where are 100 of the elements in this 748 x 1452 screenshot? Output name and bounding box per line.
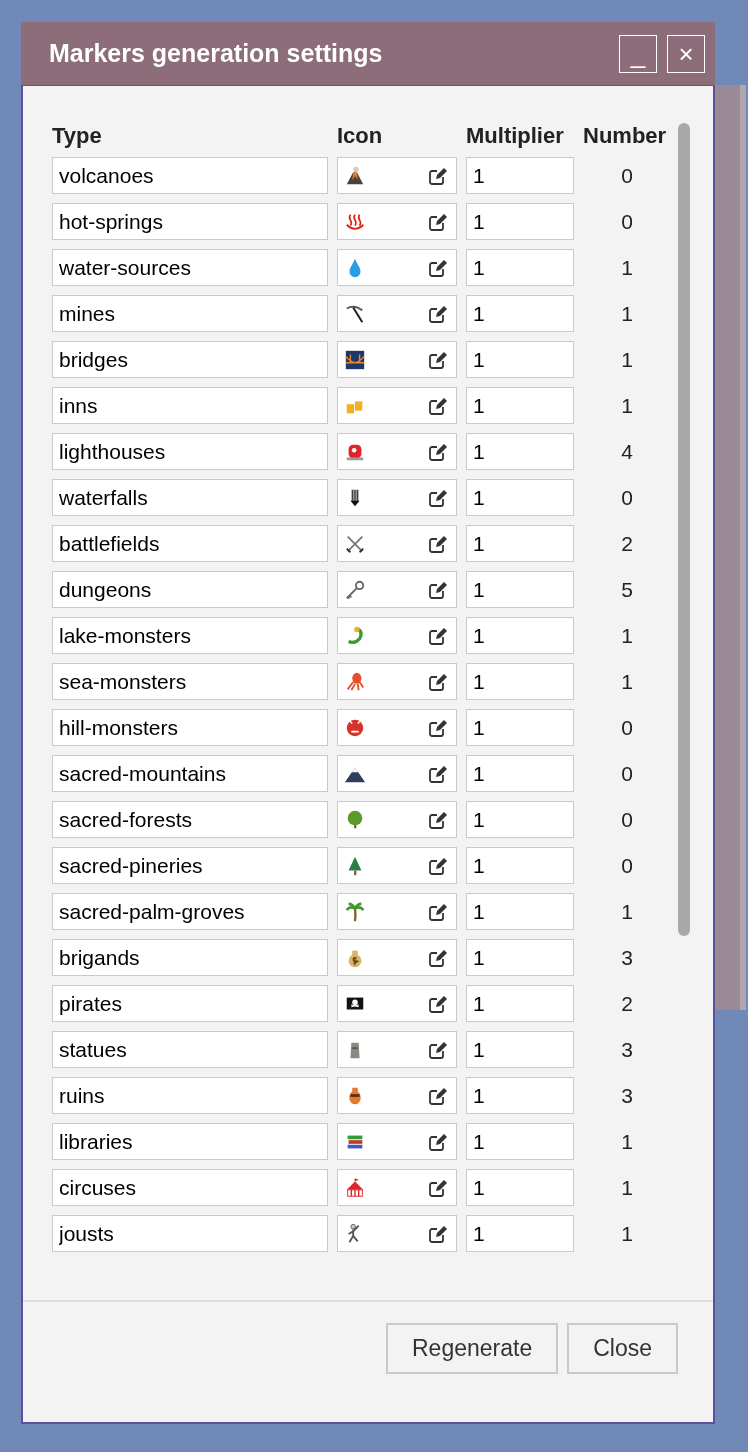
- edit-icon[interactable]: [428, 809, 448, 830]
- multiplier-field[interactable]: 1: [466, 1031, 574, 1068]
- type-field[interactable]: pirates: [52, 985, 328, 1022]
- edit-icon[interactable]: [428, 165, 448, 186]
- edit-icon[interactable]: [428, 763, 448, 784]
- icon-picker[interactable]: [337, 341, 457, 378]
- type-field[interactable]: inns: [52, 387, 328, 424]
- multiplier-field[interactable]: 1: [466, 709, 574, 746]
- type-field[interactable]: libraries: [52, 1123, 328, 1160]
- type-field[interactable]: hill-monsters: [52, 709, 328, 746]
- icon-picker[interactable]: [337, 755, 457, 792]
- type-field[interactable]: circuses: [52, 1169, 328, 1206]
- icon-picker[interactable]: [337, 157, 457, 194]
- multiplier-field[interactable]: 1: [466, 755, 574, 792]
- type-field[interactable]: sacred-mountains: [52, 755, 328, 792]
- multiplier-field[interactable]: 1: [466, 433, 574, 470]
- title-bar-button[interactable]: _: [619, 34, 657, 73]
- icon-picker[interactable]: [337, 985, 457, 1022]
- edit-icon[interactable]: [428, 395, 448, 416]
- scrollbar[interactable]: [678, 123, 690, 936]
- edit-icon[interactable]: [428, 1177, 448, 1198]
- icon-picker[interactable]: [337, 525, 457, 562]
- multiplier-field[interactable]: 1: [466, 1077, 574, 1114]
- icon-picker[interactable]: [337, 571, 457, 608]
- icon-picker[interactable]: [337, 249, 457, 286]
- edit-icon[interactable]: [428, 1131, 448, 1152]
- edit-icon[interactable]: [428, 487, 448, 508]
- edit-icon[interactable]: [428, 533, 448, 554]
- icon-picker[interactable]: [337, 203, 457, 240]
- edit-icon[interactable]: [428, 855, 448, 876]
- type-field[interactable]: mines: [52, 295, 328, 332]
- dialog-button[interactable]: Close: [567, 1322, 678, 1374]
- icon-picker[interactable]: [337, 1077, 457, 1114]
- icon-picker[interactable]: [337, 709, 457, 746]
- multiplier-field[interactable]: 1: [466, 1215, 574, 1252]
- multiplier-field[interactable]: 1: [466, 295, 574, 332]
- type-field[interactable]: bridges: [52, 341, 328, 378]
- edit-icon[interactable]: [428, 257, 448, 278]
- multiplier-field[interactable]: 1: [466, 1169, 574, 1206]
- title-bar-button[interactable]: ×: [667, 34, 705, 73]
- icon-picker[interactable]: [337, 893, 457, 930]
- edit-icon[interactable]: [428, 901, 448, 922]
- icon-picker[interactable]: [337, 433, 457, 470]
- edit-icon[interactable]: [428, 349, 448, 370]
- type-field[interactable]: battlefields: [52, 525, 328, 562]
- icon-picker[interactable]: [337, 1169, 457, 1206]
- icon-picker[interactable]: [337, 479, 457, 516]
- multiplier-field[interactable]: 1: [466, 1123, 574, 1160]
- multiplier-field[interactable]: 1: [466, 617, 574, 654]
- multiplier-field[interactable]: 1: [466, 801, 574, 838]
- multiplier-field[interactable]: 1: [466, 387, 574, 424]
- multiplier-field[interactable]: 1: [466, 341, 574, 378]
- edit-icon[interactable]: [428, 441, 448, 462]
- multiplier-field[interactable]: 1: [466, 203, 574, 240]
- type-field[interactable]: brigands: [52, 939, 328, 976]
- type-field[interactable]: sacred-pineries: [52, 847, 328, 884]
- icon-picker[interactable]: [337, 617, 457, 654]
- edit-icon[interactable]: [428, 993, 448, 1014]
- edit-icon[interactable]: [428, 1223, 448, 1244]
- type-field[interactable]: sea-monsters: [52, 663, 328, 700]
- type-field[interactable]: sacred-forests: [52, 801, 328, 838]
- multiplier-field[interactable]: 1: [466, 663, 574, 700]
- edit-icon[interactable]: [428, 671, 448, 692]
- icon-picker[interactable]: [337, 801, 457, 838]
- icon-picker[interactable]: [337, 663, 457, 700]
- multiplier-field[interactable]: 1: [466, 939, 574, 976]
- icon-picker[interactable]: [337, 847, 457, 884]
- type-field[interactable]: water-sources: [52, 249, 328, 286]
- edit-icon[interactable]: [428, 717, 448, 738]
- type-field[interactable]: dungeons: [52, 571, 328, 608]
- type-field[interactable]: hot-springs: [52, 203, 328, 240]
- multiplier-field[interactable]: 1: [466, 571, 574, 608]
- type-field[interactable]: volcanoes: [52, 157, 328, 194]
- type-field[interactable]: lake-monsters: [52, 617, 328, 654]
- edit-icon[interactable]: [428, 303, 448, 324]
- multiplier-field[interactable]: 1: [466, 479, 574, 516]
- multiplier-field[interactable]: 1: [466, 157, 574, 194]
- multiplier-field[interactable]: 1: [466, 249, 574, 286]
- type-field[interactable]: waterfalls: [52, 479, 328, 516]
- type-field[interactable]: ruins: [52, 1077, 328, 1114]
- type-field[interactable]: jousts: [52, 1215, 328, 1252]
- edit-icon[interactable]: [428, 211, 448, 232]
- edit-icon[interactable]: [428, 579, 448, 600]
- multiplier-field[interactable]: 1: [466, 847, 574, 884]
- icon-picker[interactable]: [337, 295, 457, 332]
- icon-picker[interactable]: [337, 1215, 457, 1252]
- edit-icon[interactable]: [428, 625, 448, 646]
- type-field[interactable]: statues: [52, 1031, 328, 1068]
- multiplier-field[interactable]: 1: [466, 525, 574, 562]
- type-field[interactable]: lighthouses: [52, 433, 328, 470]
- edit-icon[interactable]: [428, 1085, 448, 1106]
- icon-picker[interactable]: [337, 387, 457, 424]
- icon-picker[interactable]: [337, 939, 457, 976]
- multiplier-field[interactable]: 1: [466, 893, 574, 930]
- type-field[interactable]: sacred-palm-groves: [52, 893, 328, 930]
- icon-picker[interactable]: [337, 1123, 457, 1160]
- icon-picker[interactable]: [337, 1031, 457, 1068]
- edit-icon[interactable]: [428, 947, 448, 968]
- dialog-button[interactable]: Regenerate: [386, 1322, 559, 1374]
- edit-icon[interactable]: [428, 1039, 448, 1060]
